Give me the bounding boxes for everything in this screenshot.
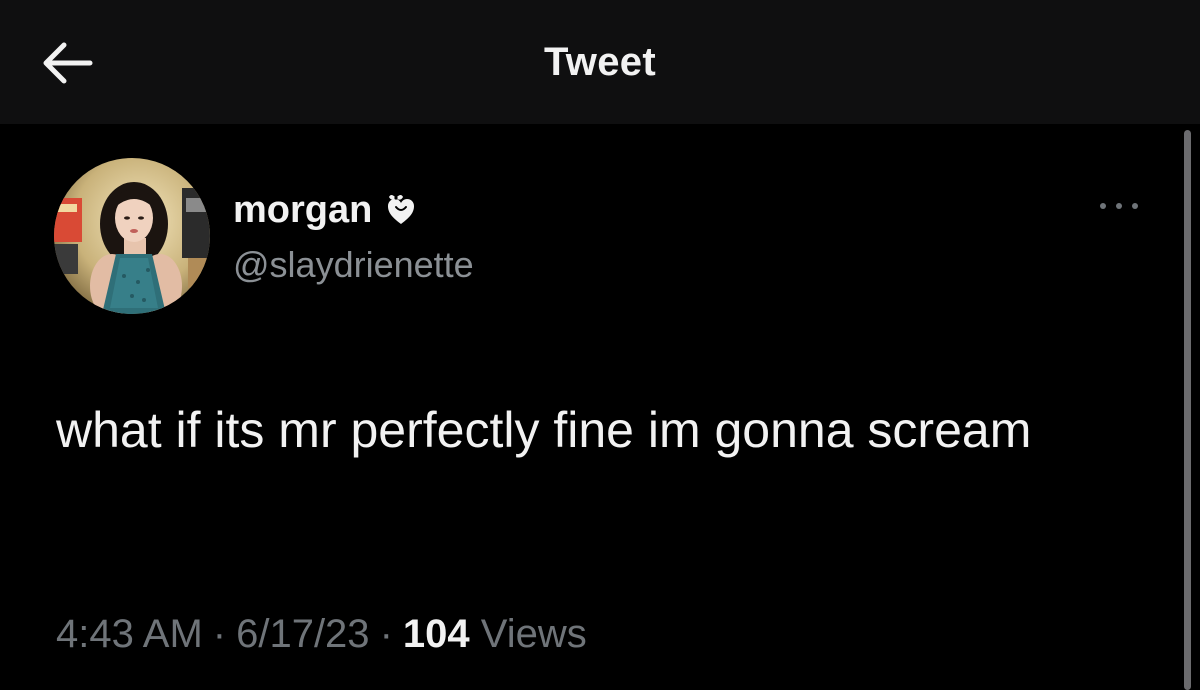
separator: · xyxy=(212,612,227,656)
heart-with-bow-emoji xyxy=(388,195,415,224)
more-options-button[interactable] xyxy=(1094,196,1144,216)
views-label: Views xyxy=(480,612,587,656)
tweet-meta: 4:43 AM · 6/17/23 · 104 Views xyxy=(56,612,587,657)
separator: · xyxy=(379,612,393,656)
scrollbar[interactable] xyxy=(1184,130,1191,690)
more-dots-icon xyxy=(1100,203,1138,209)
tweet-time[interactable]: 4:43 AM xyxy=(56,612,203,656)
profile-photo xyxy=(54,158,210,314)
author-handle[interactable]: @slaydrienette xyxy=(233,244,474,286)
tweet-text: what if its mr perfectly fine im gonna s… xyxy=(56,402,1032,458)
author-name-row[interactable]: morgan xyxy=(233,188,416,232)
tweet-date[interactable]: 6/17/23 xyxy=(236,612,369,656)
avatar[interactable] xyxy=(54,158,210,314)
display-name[interactable]: morgan xyxy=(233,189,372,232)
views-count: 104 xyxy=(402,612,470,656)
page-title: Tweet xyxy=(544,40,656,84)
top-bar: Tweet xyxy=(0,0,1200,124)
